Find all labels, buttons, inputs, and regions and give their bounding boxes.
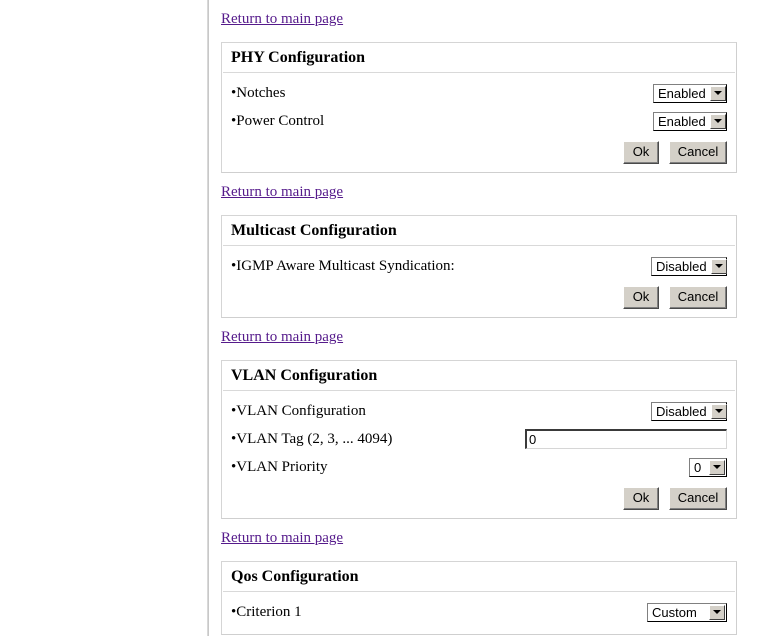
label-text-criterion-1: Criterion 1 (236, 603, 302, 620)
row-vlan-configuration: •VLAN Configuration Disabled (231, 397, 727, 425)
row-vlan-tag: •VLAN Tag (2, 3, ... 4094) (231, 425, 727, 453)
chevron-down-icon[interactable] (709, 85, 726, 101)
row-label-vlan-configuration: •VLAN Configuration (231, 403, 366, 420)
row-label-notches: •Notches (231, 85, 285, 102)
row-label-igmp: •IGMP Aware Multicast Syndication: (231, 258, 455, 275)
qos-panel-body: •Criterion 1 Custom (222, 592, 736, 634)
phy-cancel-button[interactable]: Cancel (669, 141, 727, 164)
label-text-vlan-tag: VLAN Tag (2, 3, ... 4094) (236, 430, 393, 447)
row-criterion-1: •Criterion 1 Custom (231, 598, 727, 626)
chevron-down-icon[interactable] (709, 459, 725, 475)
power-control-select[interactable]: Enabled (653, 111, 727, 131)
row-label-vlan-tag: •VLAN Tag (2, 3, ... 4094) (231, 431, 392, 448)
vlan-priority-select[interactable]: 0 (689, 457, 727, 477)
left-nav-frame (0, 0, 207, 636)
phy-panel-title: PHY Configuration (231, 49, 366, 66)
vlan-tag-input[interactable] (525, 429, 727, 449)
row-igmp-aware-multicast-syndication: •IGMP Aware Multicast Syndication: Disab… (231, 252, 727, 280)
label-text-igmp: IGMP Aware Multicast Syndication: (236, 257, 455, 274)
vlan-cancel-button[interactable]: Cancel (669, 487, 727, 510)
frame-divider (207, 0, 209, 636)
chevron-down-icon[interactable] (709, 604, 725, 620)
vlan-configuration-select[interactable]: Disabled (651, 401, 727, 421)
vlan-button-row: Ok Cancel (231, 481, 727, 510)
content-frame: Return to main page PHY Configuration •N… (210, 0, 773, 636)
return-to-main-page-link-4[interactable]: Return to main page (221, 530, 343, 547)
row-notches: •Notches Enabled (231, 79, 727, 107)
multicast-button-row: Ok Cancel (231, 280, 727, 309)
vlan-configuration-select-value: Disabled (656, 403, 707, 419)
multicast-panel-title: Multicast Configuration (231, 222, 397, 239)
multicast-cancel-button[interactable]: Cancel (669, 286, 727, 309)
return-to-main-page-link-3[interactable]: Return to main page (221, 329, 343, 346)
criterion-1-select-value: Custom (652, 604, 697, 620)
vlan-ok-button[interactable]: Ok (623, 487, 659, 510)
vlan-priority-select-value: 0 (694, 459, 702, 475)
return-to-main-page-link-1[interactable]: Return to main page (221, 11, 343, 28)
phy-panel-body: •Notches Enabled •Power Control Enabled (222, 73, 736, 172)
vlan-configuration-panel: VLAN Configuration •VLAN Configuration D… (221, 360, 737, 519)
phy-button-row: Ok Cancel (231, 135, 727, 164)
label-text-power-control: Power Control (236, 112, 325, 129)
label-text-notches: Notches (236, 84, 286, 101)
row-vlan-priority: •VLAN Priority 0 (231, 453, 727, 481)
return-to-main-page-link-2[interactable]: Return to main page (221, 184, 343, 201)
label-text-vlan-configuration: VLAN Configuration (236, 402, 366, 419)
row-label-vlan-priority: •VLAN Priority (231, 459, 328, 476)
phy-ok-button[interactable]: Ok (623, 141, 659, 164)
igmp-select-value: Disabled (656, 258, 707, 274)
chevron-down-icon[interactable] (709, 113, 726, 129)
multicast-ok-button[interactable]: Ok (623, 286, 659, 309)
vlan-panel-title: VLAN Configuration (231, 367, 378, 384)
power-control-select-value: Enabled (658, 113, 706, 129)
label-text-vlan-priority: VLAN Priority (236, 458, 328, 475)
qos-panel-title: Qos Configuration (231, 568, 359, 585)
notches-select[interactable]: Enabled (653, 83, 727, 103)
phy-configuration-panel: PHY Configuration •Notches Enabled •Powe… (221, 42, 737, 173)
page-root: Return to main page PHY Configuration •N… (0, 0, 773, 636)
chevron-down-icon[interactable] (710, 403, 727, 419)
chevron-down-icon[interactable] (710, 258, 727, 274)
qos-configuration-panel: Qos Configuration •Criterion 1 Custom (221, 561, 737, 635)
row-label-power-control: •Power Control (231, 113, 324, 130)
igmp-select[interactable]: Disabled (651, 256, 727, 276)
row-label-criterion-1: •Criterion 1 (231, 604, 302, 621)
vlan-panel-body: •VLAN Configuration Disabled •VLAN Tag (… (222, 391, 736, 518)
row-power-control: •Power Control Enabled (231, 107, 727, 135)
multicast-configuration-panel: Multicast Configuration •IGMP Aware Mult… (221, 215, 737, 318)
notches-select-value: Enabled (658, 85, 706, 101)
criterion-1-select[interactable]: Custom (647, 602, 727, 622)
multicast-panel-body: •IGMP Aware Multicast Syndication: Disab… (222, 246, 736, 317)
